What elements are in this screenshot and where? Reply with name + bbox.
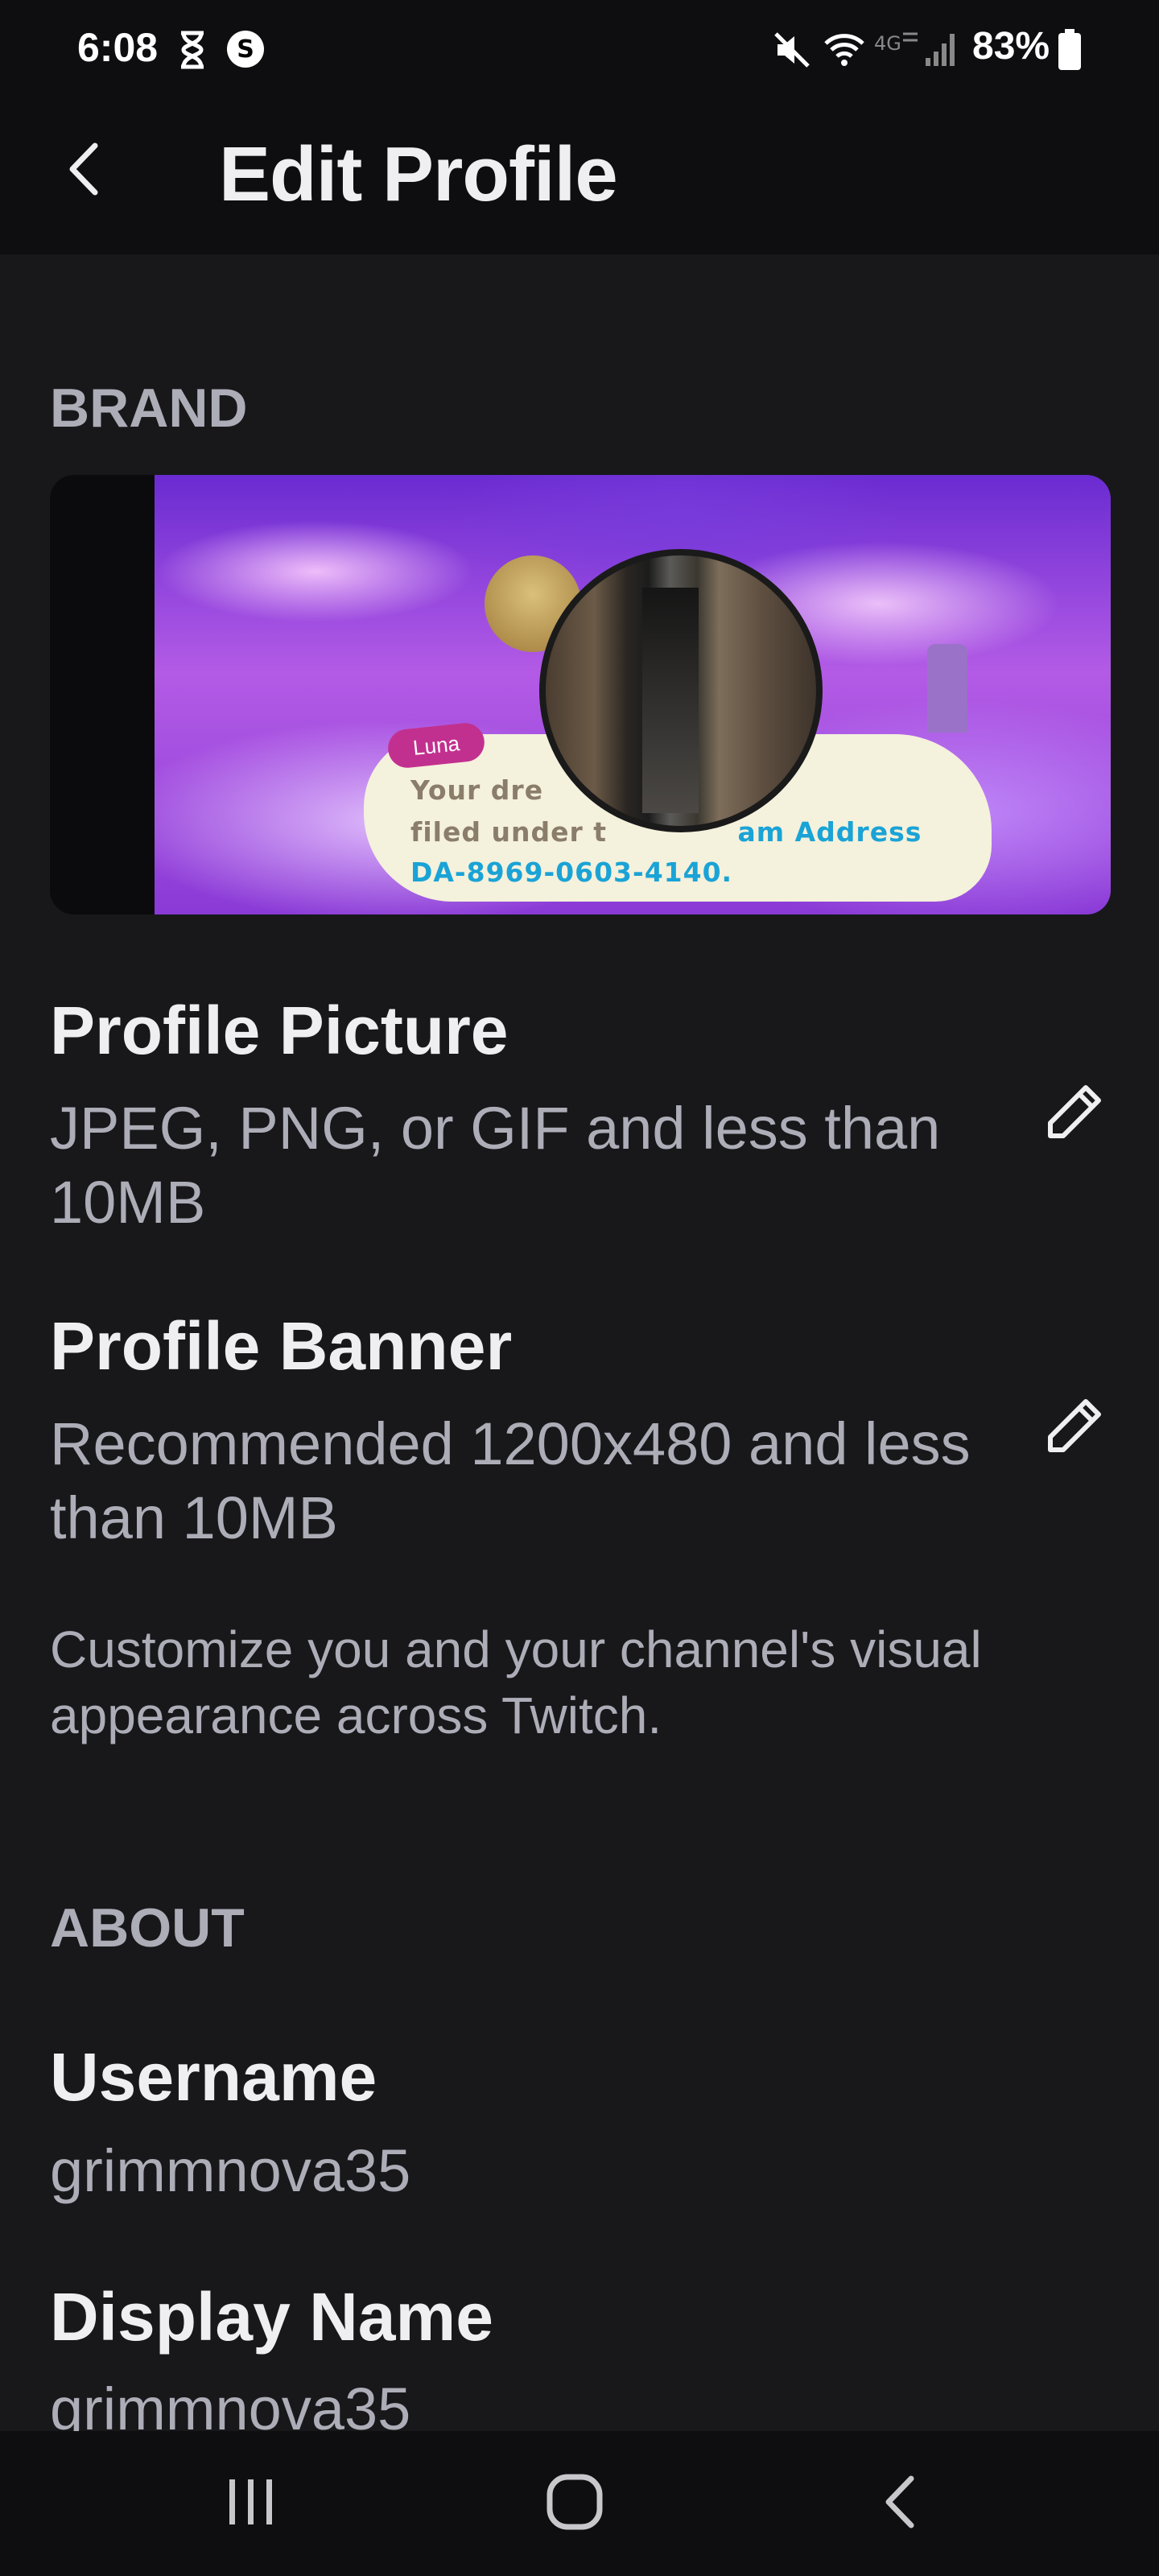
- back-icon: [882, 2474, 918, 2534]
- edit-profile-picture-button[interactable]: [1038, 1077, 1111, 1150]
- profile-picture-subtitle: JPEG, PNG, or GIF and less than 10MB: [50, 1095, 941, 1236]
- app-header: Edit Profile: [0, 100, 1159, 254]
- pencil-icon: [1044, 1081, 1105, 1146]
- banner-dark-edge: [50, 475, 155, 914]
- profile-banner-title: Profile Banner: [50, 1308, 513, 1384]
- svg-text:S: S: [237, 35, 254, 64]
- profile-picture-title: Profile Picture: [50, 993, 509, 1068]
- s-app-icon: S: [225, 29, 266, 73]
- banner-dialog-line-2-text: filed under t: [410, 816, 607, 848]
- svg-text:4G: 4G: [874, 32, 901, 55]
- edit-profile-banner-button[interactable]: [1038, 1391, 1111, 1463]
- lte-icon: 4G: [874, 29, 919, 62]
- home-icon: [546, 2473, 604, 2535]
- home-button[interactable]: [526, 2463, 623, 2544]
- about-section-title: ABOUT: [50, 1897, 245, 1959]
- banner-tower: [927, 644, 967, 733]
- banner-image: Luna Your dre filed under t am Address D…: [155, 475, 1111, 914]
- hourglass-icon: [179, 31, 206, 73]
- display-name-label: Display Name: [50, 2279, 493, 2355]
- profile-picture-avatar[interactable]: [539, 549, 823, 832]
- avatar-door: [642, 588, 699, 813]
- banner-dialog-line-2-highlight: am Address: [737, 816, 922, 848]
- banner-dialog-line-1: Your dre: [410, 774, 544, 806]
- username-value[interactable]: grimmnova35: [50, 2136, 410, 2205]
- recents-button[interactable]: [203, 2463, 299, 2544]
- page-title: Edit Profile: [219, 131, 618, 217]
- system-nav-bar: [0, 2431, 1159, 2576]
- pencil-icon: [1044, 1395, 1105, 1460]
- system-back-button[interactable]: [852, 2463, 948, 2544]
- back-button[interactable]: [53, 140, 114, 201]
- brand-description: Customize you and your channel's visual …: [50, 1620, 982, 1744]
- battery-icon: [1058, 29, 1082, 75]
- profile-banner-preview[interactable]: Luna Your dre filed under t am Address D…: [50, 475, 1111, 914]
- username-label: Username: [50, 2039, 377, 2115]
- profile-banner-subtitle: Recommended 1200x480 and less than 10MB: [50, 1410, 971, 1551]
- back-arrow-icon: [66, 141, 101, 201]
- status-time: 6:08: [77, 25, 159, 70]
- wifi-icon: [823, 31, 866, 76]
- brand-section-title: BRAND: [50, 378, 248, 439]
- signal-icon: [924, 31, 959, 72]
- mute-icon: [773, 31, 811, 73]
- status-bar: 6:08 S 4G 83%: [0, 0, 1159, 100]
- recents-icon: [223, 2476, 279, 2532]
- banner-dialog-line-3: DA-8969-0603-4140.: [410, 857, 733, 888]
- battery-percentage: 83%: [972, 25, 1050, 68]
